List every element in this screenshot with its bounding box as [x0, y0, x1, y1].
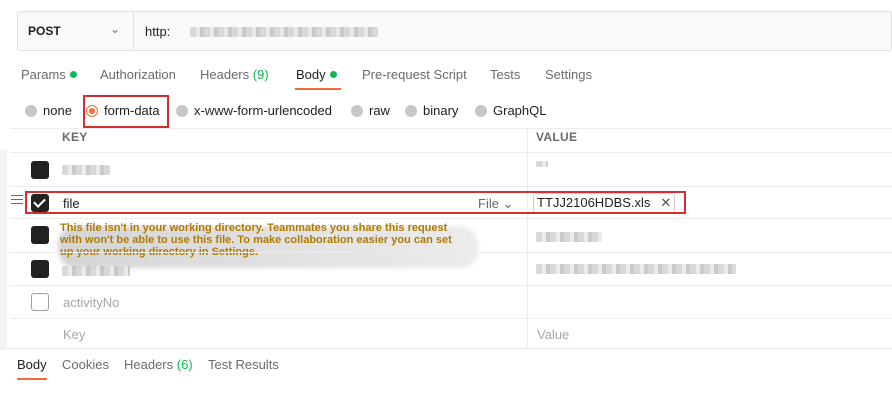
body-indicator-dot [329, 71, 337, 78]
response-tab-test-results[interactable]: Test Results [208, 357, 279, 372]
column-divider [527, 128, 528, 348]
folder-icon [31, 260, 49, 278]
active-tab-underline [17, 378, 47, 380]
tab-params-label: Params [21, 67, 66, 82]
radio-none[interactable]: none [25, 103, 72, 119]
response-tab-body-label: Body [17, 357, 47, 372]
redacted-value [536, 264, 736, 274]
tab-body-label: Body [296, 67, 326, 82]
response-tab-body[interactable]: Body [17, 357, 47, 372]
url-input[interactable]: http: [145, 24, 170, 39]
divider [10, 186, 892, 187]
file-row-highlight [25, 191, 686, 214]
response-tab-cookies[interactable]: Cookies [62, 357, 109, 372]
tab-pre-request-script[interactable]: Pre-request Script [362, 67, 467, 82]
tab-headers-label: Headers [200, 67, 250, 82]
response-headers-count: (6) [176, 357, 193, 372]
column-header-key: KEY [62, 130, 88, 144]
divider [10, 318, 892, 319]
tab-settings-label: Settings [545, 67, 592, 82]
radio-binary[interactable]: binary [405, 103, 458, 119]
radio-graphql-label: GraphQL [493, 103, 547, 118]
tab-tests[interactable]: Tests [490, 67, 520, 82]
tab-headers[interactable]: Headers (9) [200, 67, 269, 82]
divider [10, 128, 892, 129]
active-tab-underline [295, 88, 341, 90]
divider [10, 252, 892, 253]
key-cell-activityno[interactable]: activityNo [63, 295, 119, 310]
redacted-key [62, 165, 110, 175]
new-key-input[interactable]: Key [63, 327, 85, 342]
radio-raw[interactable]: raw [351, 103, 390, 119]
tab-pre-request-label: Pre-request Script [362, 67, 467, 82]
method-label: POST [28, 24, 61, 38]
column-header-value: VALUE [536, 130, 578, 144]
response-tab-test-results-label: Test Results [208, 357, 279, 372]
divider [10, 218, 892, 219]
radio-binary-label: binary [423, 103, 459, 118]
radio-circle [351, 105, 363, 117]
radio-urlencoded[interactable]: x-www-form-urlencoded [176, 103, 332, 119]
divider [10, 285, 892, 286]
radio-circle [25, 105, 37, 117]
headers-count: (9) [252, 67, 269, 82]
tab-params[interactable]: Params [21, 67, 77, 82]
radio-raw-label: raw [369, 103, 390, 118]
folder-icon [31, 226, 49, 244]
method-select[interactable]: POST ⌄ [18, 12, 134, 50]
url-redacted [190, 27, 378, 37]
url-bar: POST ⌄ http: [17, 11, 892, 51]
tab-authorization[interactable]: Authorization [100, 67, 176, 82]
folder-icon [31, 161, 49, 179]
radio-circle [176, 105, 188, 117]
tab-settings[interactable]: Settings [545, 67, 592, 82]
tab-body[interactable]: Body [296, 67, 337, 82]
divider [0, 348, 892, 349]
form-data-highlight [83, 95, 169, 128]
tab-tests-label: Tests [490, 67, 521, 82]
params-indicator-dot [69, 71, 77, 78]
redacted-value [536, 161, 548, 167]
left-panel-edge [0, 150, 7, 350]
radio-graphql[interactable]: GraphQL [475, 103, 546, 119]
drag-handle-icon[interactable] [11, 195, 23, 209]
radio-urlencoded-label: x-www-form-urlencoded [194, 103, 332, 118]
new-value-input[interactable]: Value [537, 327, 569, 342]
redacted-key [62, 266, 130, 276]
tab-authorization-label: Authorization [100, 67, 176, 82]
redacted-value [536, 232, 602, 242]
row-checkbox-activityno[interactable] [31, 293, 49, 311]
response-tab-cookies-label: Cookies [62, 357, 109, 372]
chevron-down-icon: ⌄ [110, 22, 121, 36]
divider [10, 152, 892, 153]
response-tab-headers-label: Headers [124, 357, 174, 372]
response-tab-headers[interactable]: Headers (6) [124, 357, 193, 372]
radio-circle [405, 105, 417, 117]
radio-circle [475, 105, 487, 117]
radio-none-label: none [43, 103, 72, 118]
